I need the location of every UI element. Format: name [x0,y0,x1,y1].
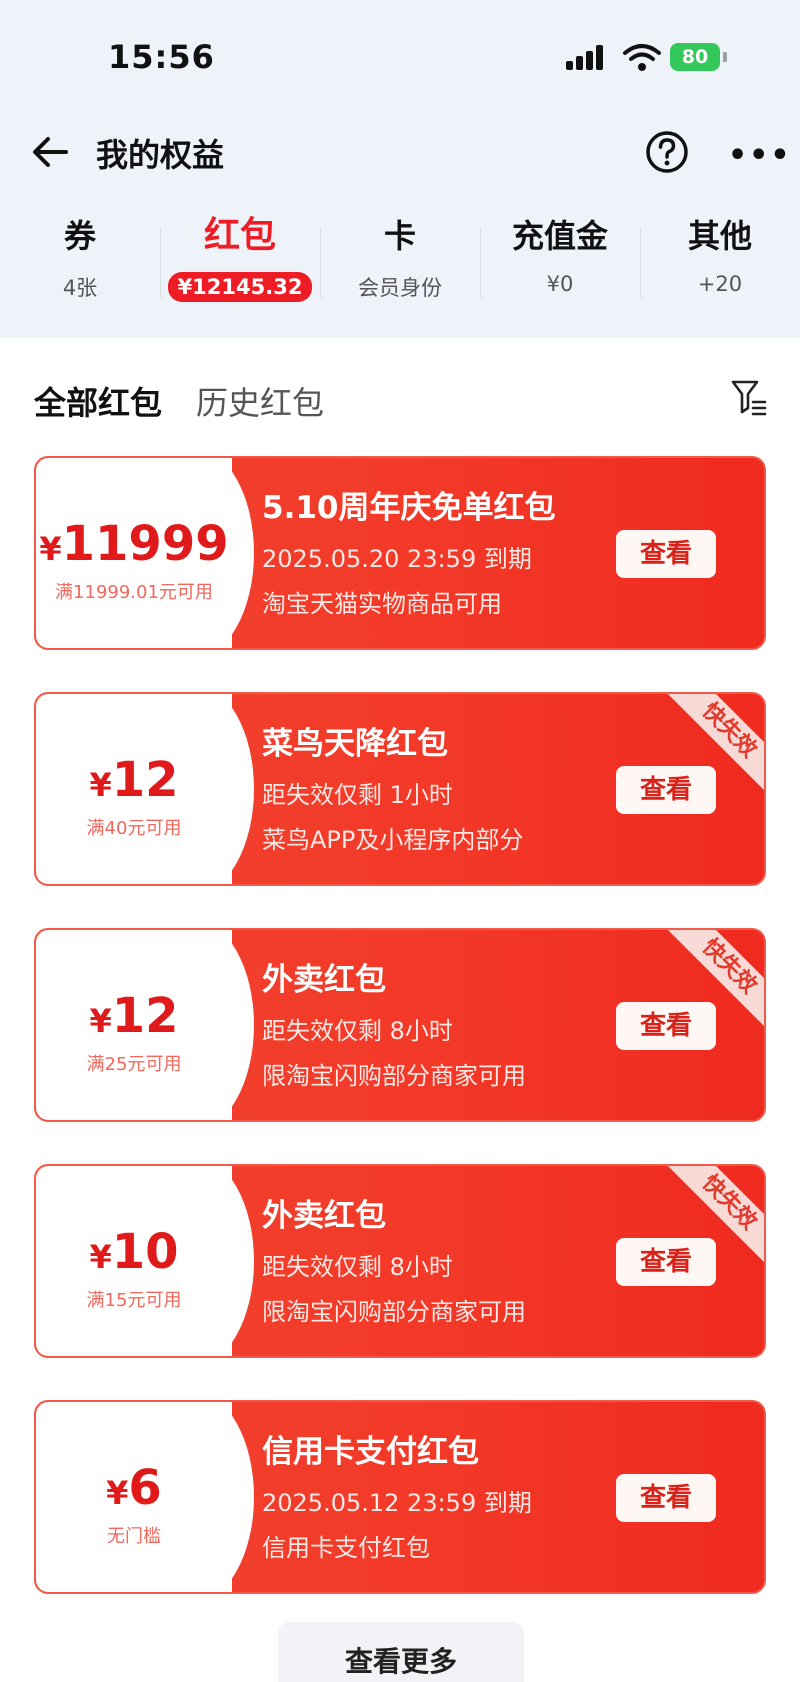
tab-label: 券 [63,217,96,255]
tab-recharge[interactable]: 充值金 ¥0 [480,212,640,312]
card-expiry: 距失效仅剩 1小时 [262,781,453,809]
view-button[interactable]: 查看 [616,530,716,578]
filter-all-red-packets[interactable]: 全部红包 [34,378,162,424]
card-condition: 满40元可用 [86,818,182,839]
card-expiry: 距失效仅剩 8小时 [262,1253,453,1281]
card-info: 外卖红包 距失效仅剩 8小时 限淘宝闪购部分商家可用 [262,954,592,1101]
filter-icon[interactable] [730,378,768,418]
card-expiry: 2025.05.12 23:59 到期 [262,1489,532,1517]
battery-icon: 80 [670,43,720,71]
currency-symbol: ¥ [89,1238,112,1276]
card-condition: 无门槛 [107,1526,161,1547]
currency-symbol: ¥ [89,1002,112,1040]
tab-label: 充值金 [511,217,608,255]
battery-tip [723,52,727,62]
back-arrow-icon[interactable] [30,132,70,172]
benefit-tabs: 券 4张 红包 ¥12145.32 卡 会员身份 充值金 ¥0 其他 +20 [0,212,800,312]
card-info: 5.10周年庆免单红包 2025.05.20 23:59 到期 淘宝天猫实物商品… [262,482,592,629]
card-info: 信用卡支付红包 2025.05.12 23:59 到期 信用卡支付红包 [262,1426,592,1573]
signal-icon [566,44,610,70]
card-title: 5.10周年庆免单红包 [262,490,556,526]
card-amount: ¥12 [36,988,232,1044]
red-packet-total-badge: ¥12145.32 [167,272,313,302]
card-info: 外卖红包 距失效仅剩 8小时 限淘宝闪购部分商家可用 [262,1190,592,1337]
tab-label: 其他 [687,217,752,255]
view-button[interactable]: 查看 [616,1474,716,1522]
more-icon[interactable]: ••• [728,138,790,173]
red-packet-card[interactable]: ¥11999 满11999.01元可用 5.10周年庆免单红包 2025.05.… [34,456,766,650]
tab-coupon[interactable]: 券 4张 [0,212,160,312]
amount-value: 12 [111,988,179,1044]
card-amount: ¥12 [36,752,232,808]
tab-label: 红包 [203,215,276,256]
card-scope: 信用卡支付红包 [262,1534,430,1562]
amount-value: 10 [111,1224,179,1280]
currency-symbol: ¥ [106,1474,129,1512]
card-expiry: 2025.05.20 23:59 到期 [262,545,532,573]
card-title: 菜鸟天降红包 [262,726,448,762]
amount-value: 6 [128,1460,162,1516]
card-amount-panel: ¥11999 满11999.01元可用 [36,458,254,648]
view-button[interactable]: 查看 [616,766,716,814]
card-title: 外卖红包 [262,962,386,998]
view-more-button[interactable]: 查看更多 [278,1622,524,1682]
card-scope: 限淘宝闪购部分商家可用 [262,1298,526,1326]
currency-symbol: ¥ [89,766,112,804]
currency-symbol: ¥ [39,530,62,568]
tab-other[interactable]: 其他 +20 [640,212,800,312]
card-amount: ¥11999 [36,516,232,572]
tab-label: 卡 [383,217,416,255]
card-condition: 满15元可用 [86,1290,182,1311]
card-scope: 限淘宝闪购部分商家可用 [262,1062,526,1090]
card-amount: ¥10 [36,1224,232,1280]
tab-card[interactable]: 卡 会员身份 [320,212,480,312]
card-amount: ¥6 [36,1460,232,1516]
red-packet-card[interactable]: ¥12 满25元可用 外卖红包 距失效仅剩 8小时 限淘宝闪购部分商家可用 查看… [34,928,766,1122]
card-scope: 淘宝天猫实物商品可用 [262,590,502,618]
status-bar: 15:56 80 [0,0,800,110]
card-info: 菜鸟天降红包 距失效仅剩 1小时 菜鸟APP及小程序内部分 [262,718,592,865]
tab-sub: +20 [697,272,743,296]
nav-bar: 我的权益 ••• [0,110,800,200]
view-button[interactable]: 查看 [616,1238,716,1286]
card-amount-panel: ¥10 满15元可用 [36,1166,254,1356]
filter-history-red-packets[interactable]: 历史红包 [196,378,324,424]
wifi-icon [623,44,661,71]
card-title: 信用卡支付红包 [262,1434,479,1470]
card-scope: 菜鸟APP及小程序内部分 [262,826,524,854]
amount-value: 11999 [61,516,229,572]
red-packet-card[interactable]: ¥10 满15元可用 外卖红包 距失效仅剩 8小时 限淘宝闪购部分商家可用 查看… [34,1164,766,1358]
card-title: 外卖红包 [262,1198,386,1234]
page-title: 我的权益 [96,136,225,174]
tab-sub: 4张 [62,276,98,300]
amount-value: 12 [111,752,179,808]
card-amount-panel: ¥6 无门槛 [36,1402,254,1592]
card-expiry: 距失效仅剩 8小时 [262,1017,453,1045]
view-button[interactable]: 查看 [616,1002,716,1050]
card-condition: 满25元可用 [86,1054,182,1075]
tab-sub: ¥0 [546,272,574,296]
red-packet-card[interactable]: ¥6 无门槛 信用卡支付红包 2025.05.12 23:59 到期 信用卡支付… [34,1400,766,1594]
card-amount-panel: ¥12 满25元可用 [36,930,254,1120]
red-packet-card[interactable]: ¥12 满40元可用 菜鸟天降红包 距失效仅剩 1小时 菜鸟APP及小程序内部分… [34,692,766,886]
card-condition: 满11999.01元可用 [55,582,213,603]
tab-sub: 会员身份 [358,276,442,300]
help-icon[interactable] [645,130,689,174]
status-time: 15:56 [108,38,215,76]
card-amount-panel: ¥12 满40元可用 [36,694,254,884]
filter-row: 全部红包 历史红包 [0,370,800,430]
tab-red-packet[interactable]: 红包 ¥12145.32 [160,212,320,312]
